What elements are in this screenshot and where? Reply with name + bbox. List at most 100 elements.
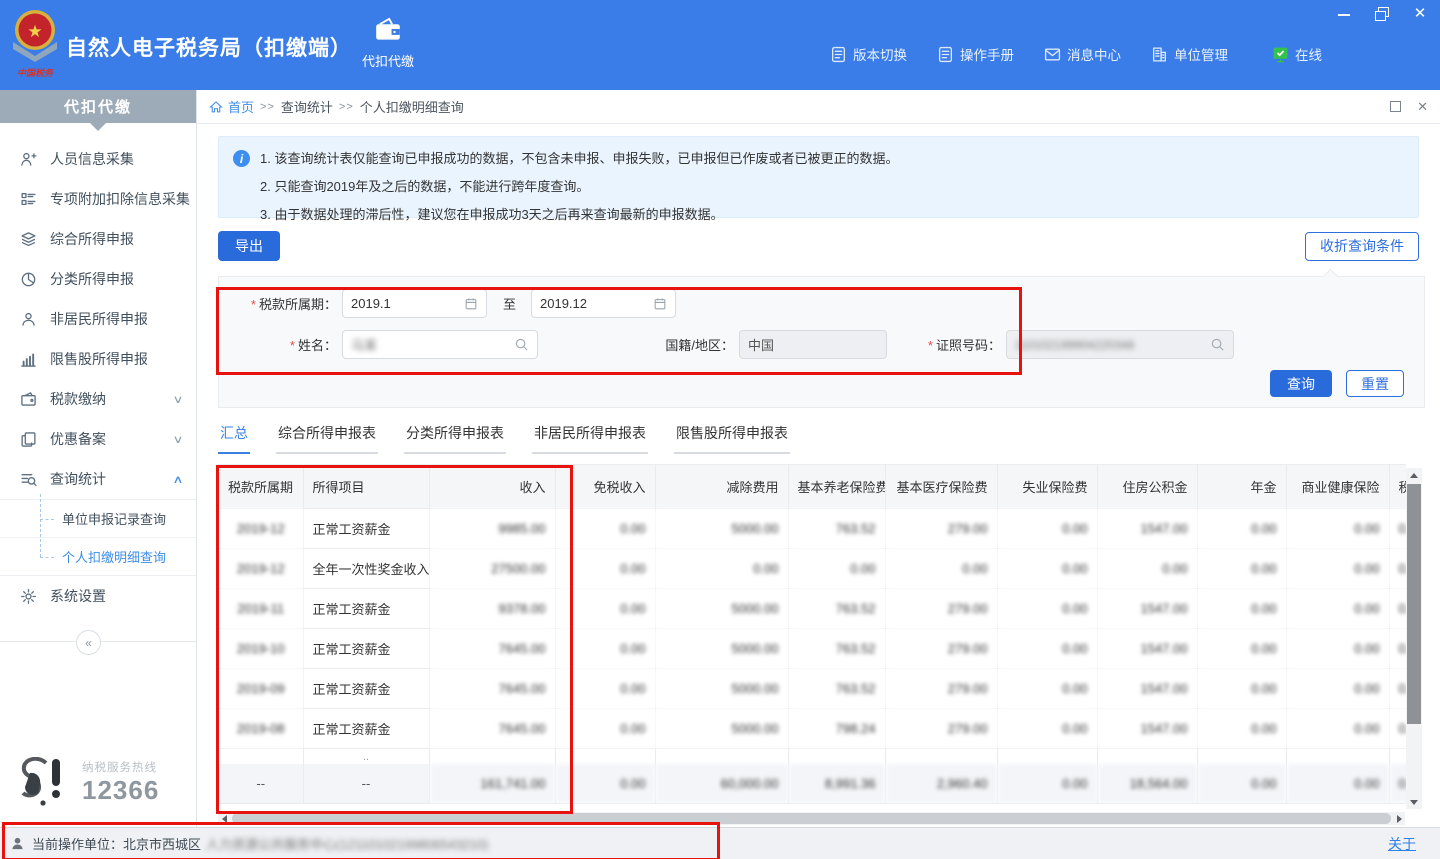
- column-header: 基本养老保险费: [788, 465, 885, 509]
- sidebar-collapse-row: «: [0, 630, 196, 654]
- filter-panel: 税款所属期： 2019.1 至 2019.12: [218, 276, 1425, 408]
- minimize-icon[interactable]: [1336, 6, 1352, 22]
- reset-button[interactable]: 重置: [1346, 370, 1404, 397]
- export-button[interactable]: 导出: [218, 231, 280, 261]
- sidebar-item-5[interactable]: 限售股所得申报: [0, 339, 196, 379]
- sidebar-subitem-0[interactable]: 单位申报记录查询: [0, 500, 196, 537]
- tab-4[interactable]: 限售股所得申报表: [674, 423, 790, 454]
- online-icon: [1272, 46, 1289, 63]
- about-link[interactable]: 关于: [1388, 834, 1416, 854]
- search-icon[interactable]: [514, 337, 529, 352]
- period-end-input[interactable]: 2019.12: [531, 289, 676, 318]
- breadcrumb-item[interactable]: 查询统计: [281, 97, 333, 116]
- region-field: 中国: [739, 330, 887, 359]
- cell-value: 5000.00: [655, 669, 788, 709]
- cell-value: 0.00: [885, 549, 997, 589]
- calendar-icon[interactable]: [464, 297, 478, 311]
- sidebar-item-label: 系统设置: [50, 586, 182, 606]
- scroll-down-icon[interactable]: [1406, 795, 1422, 809]
- sidebar-item-9[interactable]: 系统设置: [0, 576, 196, 616]
- header-menu-item-1[interactable]: 操作手册: [937, 44, 1014, 64]
- column-header: 税: [1389, 465, 1406, 509]
- cell-value: 0.00: [997, 549, 1097, 589]
- total-value: 8,991.36: [788, 764, 885, 804]
- header-menu-label: 版本切换: [853, 44, 907, 64]
- window-controls: ✕: [1336, 6, 1428, 22]
- panel-maximize-icon[interactable]: [1390, 101, 1401, 112]
- search-button[interactable]: 查询: [1270, 370, 1332, 397]
- sidebar-collapse-button[interactable]: «: [76, 630, 101, 655]
- table-row[interactable]: 2019-08 正常工资薪金7645.000.005000.00798.2427…: [219, 709, 1406, 749]
- table-row[interactable]: 2019-09 正常工资薪金7645.000.005000.00763.5227…: [219, 669, 1406, 709]
- cell-value: 763.52: [788, 589, 885, 629]
- hotline-operator-icon: [16, 757, 74, 807]
- sidebar-item-label: 分类所得申报: [50, 269, 182, 289]
- cell-value: 1547.00: [1097, 709, 1197, 749]
- sidebar-item-1[interactable]: 专项附加扣除信息采集: [0, 179, 196, 219]
- cell-value: 0.00: [1097, 549, 1197, 589]
- sidebar-item-7[interactable]: 优惠备案∨: [0, 419, 196, 459]
- scroll-left-icon[interactable]: [218, 812, 230, 825]
- cell-value: 0.00: [1197, 629, 1286, 669]
- horizontal-scrollbar[interactable]: [218, 812, 1405, 825]
- close-icon[interactable]: ✕: [1412, 6, 1428, 22]
- sidebar-subitem-1[interactable]: 个人扣缴明细查询: [0, 537, 196, 575]
- search-icon[interactable]: [1210, 337, 1225, 352]
- vertical-scroll-thumb[interactable]: [1407, 484, 1421, 724]
- cell-period: 2019-12: [219, 549, 303, 589]
- cell-value: 7645.00: [429, 669, 555, 709]
- header-menu-item-0[interactable]: 版本切换: [830, 44, 907, 64]
- sidebar-item-2[interactable]: 综合所得申报: [0, 219, 196, 259]
- sidebar-header: 代扣代缴: [0, 90, 196, 123]
- sidebar-item-8[interactable]: 查询统计∧: [0, 459, 196, 499]
- restore-icon[interactable]: [1374, 6, 1390, 22]
- id-label: 证照号码：: [909, 335, 1001, 354]
- breadcrumb-separator: >>: [260, 101, 275, 113]
- column-header: 年金: [1197, 465, 1286, 509]
- info-icon: i: [233, 150, 250, 167]
- header-menu-item-2[interactable]: 消息中心: [1044, 44, 1121, 64]
- vertical-scrollbar[interactable]: [1406, 468, 1422, 809]
- panel-close-icon[interactable]: ✕: [1417, 99, 1428, 115]
- tab-0[interactable]: 汇总: [218, 423, 250, 454]
- person-icon: [20, 311, 37, 328]
- period-start-input[interactable]: 2019.1: [342, 289, 487, 318]
- table-row[interactable]: 2019-12 正常工资薪金9985.000.005000.00763.5227…: [219, 509, 1406, 549]
- sidebar-menu: 人员信息采集 专项附加扣除信息采集 综合所得申报 分类所得申报 非居民所得申报 …: [0, 139, 196, 616]
- table-row[interactable]: 2019-11 正常工资薪金9378.000.005000.00763.5227…: [219, 589, 1406, 629]
- wallet-icon: [373, 16, 403, 42]
- tab-1[interactable]: 综合所得申报表: [276, 423, 378, 454]
- sidebar-item-3[interactable]: 分类所得申报: [0, 259, 196, 299]
- horizontal-scroll-thumb[interactable]: [232, 813, 1391, 824]
- header-menu-item-3[interactable]: 单位管理: [1151, 44, 1228, 64]
- sidebar-item-label: 综合所得申报: [50, 229, 182, 249]
- top-nav-module-tab[interactable]: 代扣代缴: [348, 16, 428, 78]
- cell-value: 0.00: [1389, 549, 1406, 589]
- cell-value: 763.52: [788, 509, 885, 549]
- cell-value: 279.00: [885, 669, 997, 709]
- sidebar-item-0[interactable]: 人员信息采集: [0, 139, 196, 179]
- table-row[interactable]: 2019-10 正常工资薪金7645.000.005000.00763.5227…: [219, 629, 1406, 669]
- cell-value: 0.00: [788, 549, 885, 589]
- cell-value: 0.00: [555, 589, 655, 629]
- cell-value: 7645.00: [429, 709, 555, 749]
- current-unit-prefix: 当前操作单位：: [32, 834, 123, 853]
- sidebar-item-4[interactable]: 非居民所得申报: [0, 299, 196, 339]
- header-menu-item-4[interactable]: 在线: [1272, 44, 1322, 64]
- toggle-filter-button[interactable]: 收折查询条件: [1305, 232, 1419, 261]
- search-list-icon: [20, 471, 37, 488]
- status-bar: 当前操作单位：北京市西城区人力资源公共服务中心(1211010219980654…: [0, 827, 1440, 859]
- sidebar-item-6[interactable]: 税款缴纳∨: [0, 379, 196, 419]
- form-grid-icon: [20, 191, 37, 208]
- tab-3[interactable]: 非居民所得申报表: [532, 423, 648, 454]
- scroll-right-icon[interactable]: [1393, 812, 1405, 825]
- calendar-icon[interactable]: [653, 297, 667, 311]
- scroll-up-icon[interactable]: [1406, 468, 1422, 482]
- column-header: 基本医疗保险费: [885, 465, 997, 509]
- tab-2[interactable]: 分类所得申报表: [404, 423, 506, 454]
- table-row[interactable]: 2019-12 全年一次性奖金收入27500.000.000.000.000.0…: [219, 549, 1406, 589]
- name-input[interactable]: 马某: [342, 330, 538, 359]
- hotline-label: 纳税服务热线: [82, 759, 159, 775]
- id-input[interactable]: 110102199904220348: [1006, 330, 1234, 359]
- breadcrumb-home[interactable]: 首页: [209, 97, 254, 116]
